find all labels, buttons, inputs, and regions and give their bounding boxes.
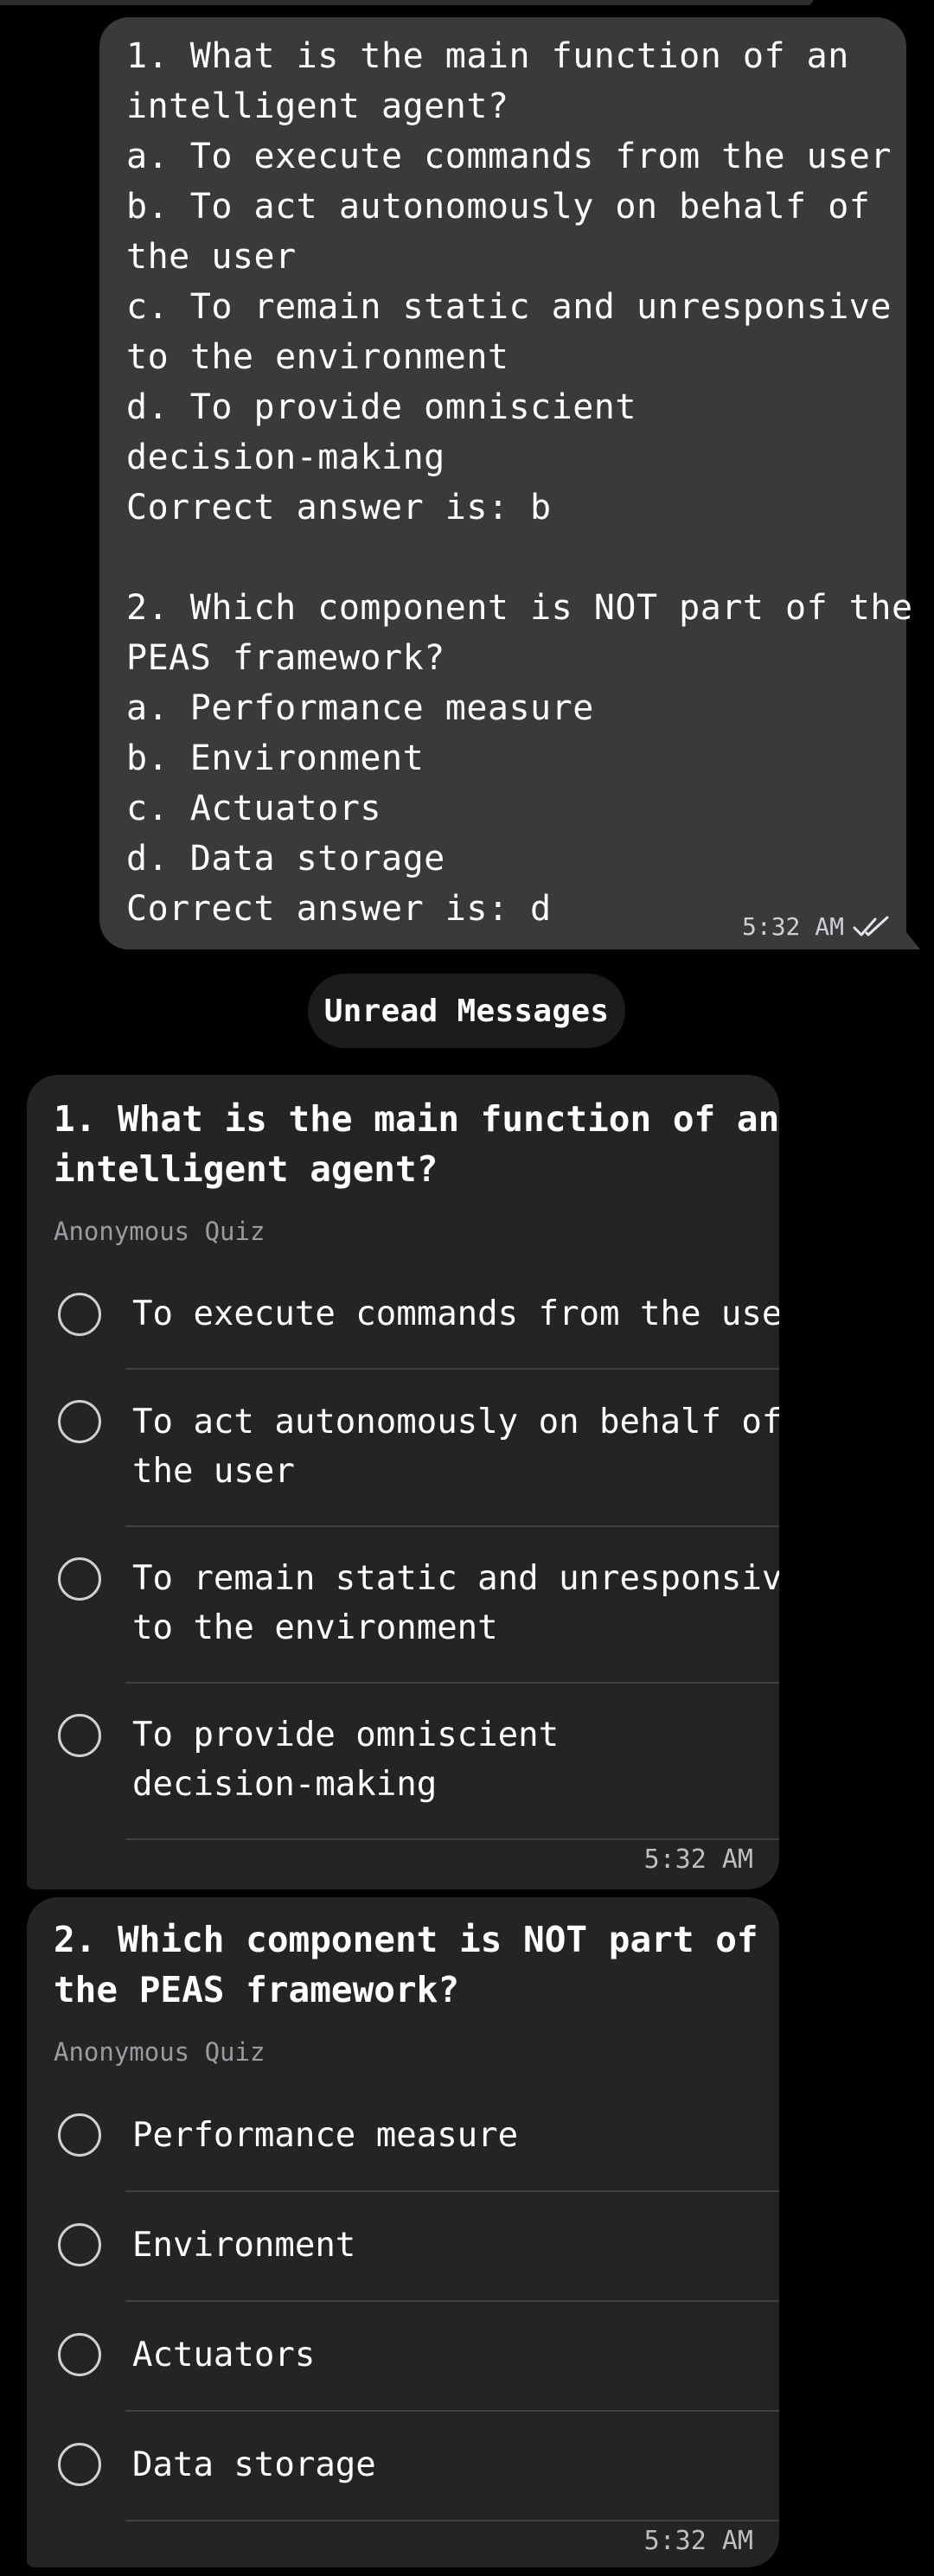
outgoing-message-bubble[interactable]: 1. What is the main function of an intel…: [99, 17, 920, 949]
divider: [125, 2300, 779, 2302]
quiz-title-line: 1. What is the main function of an: [54, 1098, 779, 1140]
quiz-option-text[interactable]: the user: [132, 1447, 295, 1496]
message-line: d. To provide omniscient: [126, 387, 637, 427]
message-line: 1. What is the main function of an: [126, 36, 849, 76]
chat-view: 1. What is the main function of an intel…: [0, 0, 934, 2576]
quiz-option-text[interactable]: To execute commands from the user: [132, 1289, 779, 1339]
message-line: d. Data storage: [126, 839, 445, 879]
quiz-card: 1. What is the main function of an intel…: [27, 1075, 779, 1889]
quiz-title-line: 2. Which component is NOT part of: [54, 1919, 758, 1960]
message-line: c. Actuators: [126, 789, 381, 828]
message-line: Correct answer is: b: [126, 488, 552, 527]
divider: [125, 2410, 779, 2412]
quiz-type-label: Anonymous Quiz: [54, 1217, 265, 1246]
radio-button[interactable]: [58, 1557, 101, 1601]
quiz-card: 2. Which component is NOT part of the PE…: [27, 1897, 779, 2567]
separator-label: Unread Messages: [323, 993, 610, 1029]
message-time: 5:32 AM: [643, 1844, 753, 1875]
quiz-option-text[interactable]: To remain static and unresponsive: [132, 1554, 779, 1603]
divider: [125, 1525, 779, 1527]
divider: [125, 1838, 779, 1840]
radio-button[interactable]: [58, 1400, 101, 1443]
quiz-option-text[interactable]: Environment: [132, 2221, 355, 2270]
radio-button[interactable]: [58, 2223, 101, 2266]
radio-button[interactable]: [58, 1714, 101, 1757]
quiz-option-text[interactable]: To provide omniscient: [132, 1710, 559, 1760]
unread-messages-separator: Unread Messages: [308, 974, 625, 1048]
message-line: intelligent agent?: [126, 86, 509, 126]
radio-button[interactable]: [58, 2333, 101, 2376]
message-time: 5:32 AM: [741, 912, 844, 941]
bubble-tail: [899, 924, 920, 949]
divider: [125, 2520, 779, 2522]
quiz-title-line: the PEAS framework?: [54, 1969, 459, 2010]
double-check-icon: [853, 916, 891, 938]
previous-message-edge: [0, 0, 813, 5]
quiz-type-label: Anonymous Quiz: [54, 2037, 265, 2067]
message-line: a. Performance measure: [126, 688, 594, 728]
message-line: a. To execute commands from the user: [126, 137, 892, 176]
quiz-option-text[interactable]: To act autonomously on behalf of: [132, 1397, 779, 1447]
quiz-option-text[interactable]: Performance measure: [132, 2111, 518, 2160]
message-line: decision-making: [126, 438, 445, 477]
quiz-option-text[interactable]: decision-making: [132, 1760, 437, 1809]
divider: [125, 1368, 779, 1370]
message-meta: 5:32 AM: [742, 912, 891, 941]
divider: [125, 2190, 779, 2192]
radio-button[interactable]: [58, 1293, 101, 1336]
quiz-option-text[interactable]: Data storage: [132, 2440, 376, 2490]
divider: [125, 1682, 779, 1684]
quiz-option-text[interactable]: Actuators: [132, 2330, 315, 2380]
radio-button[interactable]: [58, 2113, 101, 2157]
message-time: 5:32 AM: [643, 2526, 753, 2556]
quiz-title-line: intelligent agent?: [54, 1148, 438, 1190]
message-line: 2. Which component is NOT part of the: [126, 588, 913, 628]
message-line: c. To remain static and unresponsive: [126, 287, 892, 327]
message-line: b. To act autonomously on behalf of: [126, 187, 871, 227]
radio-button[interactable]: [58, 2443, 101, 2486]
message-line: the user: [126, 237, 297, 277]
message-line: to the environment: [126, 337, 509, 377]
message-line: [126, 533, 880, 583]
quiz-option-text[interactable]: to the environment: [132, 1603, 498, 1652]
message-line: PEAS framework?: [126, 638, 445, 678]
message-line: b. Environment: [126, 738, 425, 778]
